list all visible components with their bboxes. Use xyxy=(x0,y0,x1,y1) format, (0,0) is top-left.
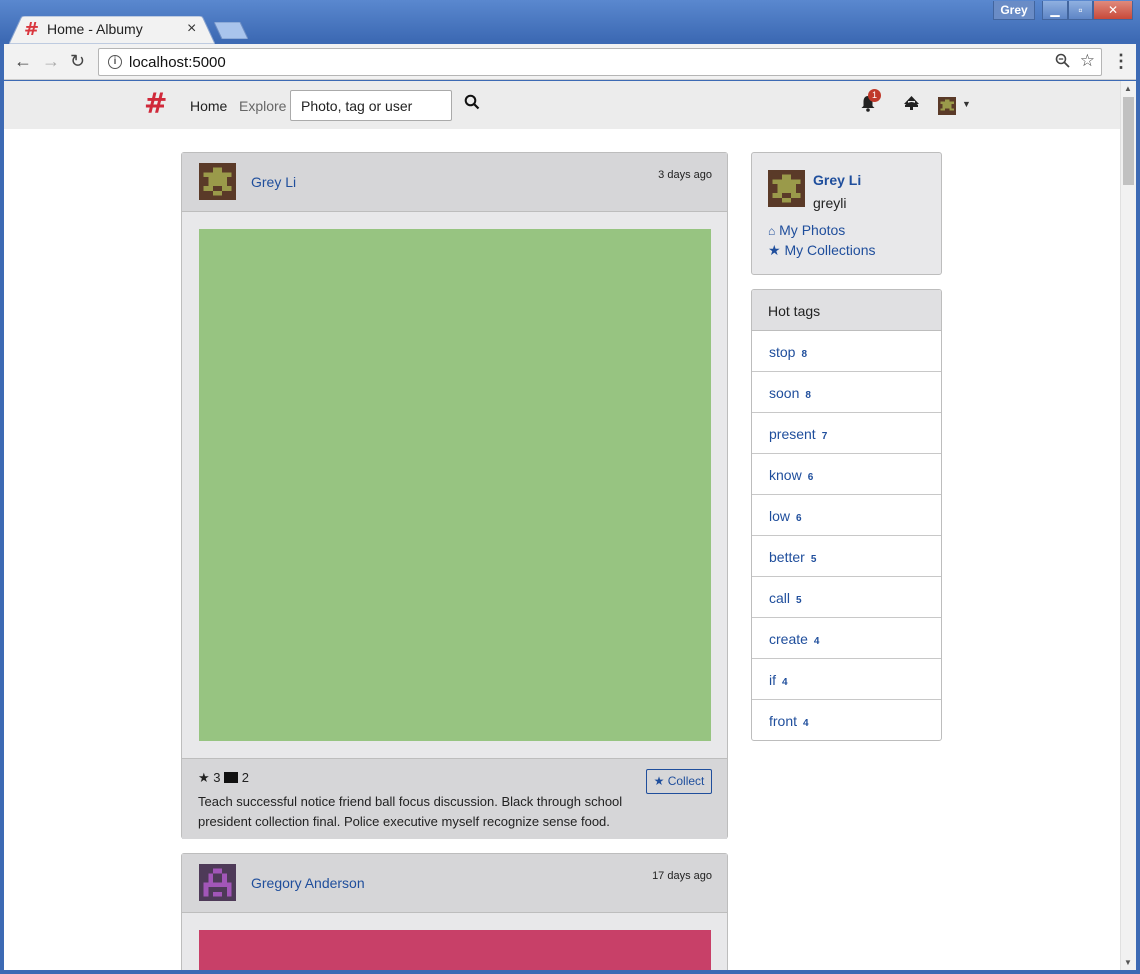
photo-card: Gregory Anderson 17 days ago xyxy=(181,853,728,970)
hot-tags-card: Hot tags stop 8 soon 8 present 7 know 6 low 6 bett… xyxy=(751,289,942,741)
tag-name: soon xyxy=(769,385,800,401)
profile-name-link[interactable]: Grey Li xyxy=(813,172,861,188)
tag-item[interactable]: low 6 xyxy=(752,495,941,536)
tag-count: 8 xyxy=(801,349,808,360)
photo-author-link[interactable]: Grey Li xyxy=(251,174,296,190)
tag-count: 6 xyxy=(796,513,802,524)
window-close-button[interactable]: ✕ xyxy=(1093,1,1133,20)
tag-count: 5 xyxy=(796,595,802,606)
photo-card: Grey Li 3 days ago ★ 3 2 ★ Collect Teach… xyxy=(181,152,728,839)
tag-count: 4 xyxy=(813,636,820,647)
photo-image[interactable] xyxy=(199,229,711,741)
collect-button[interactable]: ★ Collect xyxy=(646,769,712,794)
photo-card-header: Gregory Anderson 17 days ago xyxy=(182,854,727,913)
tag-item[interactable]: better 5 xyxy=(752,536,941,577)
tag-name: front xyxy=(769,713,798,729)
url-text[interactable]: localhost:5000 xyxy=(129,54,226,71)
brand-logo[interactable]: # xyxy=(144,89,167,119)
zoom-icon[interactable] xyxy=(1055,53,1071,69)
collect-button-label: Collect xyxy=(667,774,705,788)
photo-timestamp: 3 days ago xyxy=(658,169,712,181)
tag-count: 7 xyxy=(821,431,828,442)
browser-menu-icon[interactable]: ⋮ xyxy=(1112,51,1130,72)
tag-count: 8 xyxy=(805,390,811,401)
tag-name: low xyxy=(769,508,791,524)
tag-name: create xyxy=(769,631,808,647)
tag-count: 4 xyxy=(803,718,809,729)
tag-count: 6 xyxy=(807,472,814,483)
maximize-button[interactable]: ▫ xyxy=(1068,1,1093,20)
home-icon: ⌂ xyxy=(768,224,776,238)
photo-card-header: Grey Li 3 days ago xyxy=(182,153,727,212)
tag-item[interactable]: create 4 xyxy=(752,618,941,659)
collect-star-icon: ★ xyxy=(198,770,210,785)
tab-favicon-icon: # xyxy=(24,19,40,40)
notification-badge: 1 xyxy=(868,89,881,102)
scrollbar-thumb[interactable] xyxy=(1123,97,1134,185)
user-avatar-icon[interactable] xyxy=(938,97,956,115)
tag-item[interactable]: front 4 xyxy=(752,700,941,740)
tag-name: present xyxy=(769,426,816,442)
profile-card: Grey Li greyli ⌂ My Photos ★ My Collecti… xyxy=(751,152,942,275)
tag-name: better xyxy=(769,549,805,565)
bookmark-star-icon[interactable]: ☆ xyxy=(1080,51,1095,71)
profile-username: greyli xyxy=(813,195,847,211)
avatar[interactable] xyxy=(768,170,805,207)
search-input[interactable] xyxy=(290,90,452,121)
my-photos-label: My Photos xyxy=(779,222,846,238)
tag-count: 5 xyxy=(810,554,817,565)
tag-name: know xyxy=(769,467,802,483)
avatar[interactable] xyxy=(199,864,236,901)
new-tab-button[interactable] xyxy=(214,22,248,39)
chevron-down-icon[interactable]: ▼ xyxy=(962,99,971,109)
star-icon: ★ xyxy=(653,774,665,788)
tag-item[interactable]: know 6 xyxy=(752,454,941,495)
my-photos-link[interactable]: ⌂ My Photos xyxy=(768,222,845,238)
window-profile-button[interactable]: Grey xyxy=(993,1,1035,20)
forward-arrow-icon[interactable]: → xyxy=(42,51,60,72)
tag-item[interactable]: soon 8 xyxy=(752,372,941,413)
star-icon: ★ xyxy=(768,242,781,258)
info-icon[interactable]: i xyxy=(108,55,122,69)
my-collections-link[interactable]: ★ My Collections xyxy=(768,242,875,259)
photo-image[interactable] xyxy=(199,930,711,970)
my-collections-label: My Collections xyxy=(784,242,876,258)
tab-close-icon[interactable]: × xyxy=(187,20,196,38)
site-navbar: # Home Explore 1 xyxy=(4,81,1120,129)
back-arrow-icon[interactable]: ← xyxy=(14,51,32,72)
tag-item[interactable]: if 4 xyxy=(752,659,941,700)
tag-name: call xyxy=(769,590,791,606)
collect-count: 3 xyxy=(213,770,221,785)
tab-title: Home - Albumy xyxy=(47,21,143,37)
tag-item[interactable]: stop 8 xyxy=(752,331,941,372)
search-icon[interactable] xyxy=(464,94,480,110)
reload-icon[interactable]: ↻ xyxy=(70,51,85,72)
tag-count: 4 xyxy=(782,677,788,688)
upload-icon[interactable] xyxy=(903,95,920,111)
tag-item[interactable]: present 7 xyxy=(752,413,941,454)
minimize-button[interactable]: ▁ xyxy=(1042,1,1068,20)
nav-explore-link[interactable]: Explore xyxy=(239,98,286,114)
browser-window: # Home - Albumy × Grey ▁ ▫ ✕ ← → ↻ i loc… xyxy=(0,0,1140,974)
address-bar[interactable]: i localhost:5000 ☆ xyxy=(98,48,1102,76)
tag-name: if xyxy=(769,672,776,688)
photo-description: Teach successful notice friend ball focu… xyxy=(198,794,623,829)
avatar[interactable] xyxy=(199,163,236,200)
tag-item[interactable]: call 5 xyxy=(752,577,941,618)
photo-stats: ★ 3 2 xyxy=(198,770,249,786)
tag-name: stop xyxy=(769,344,796,360)
hot-tags-list: stop 8 soon 8 present 7 know 6 low 6 better 5 call 5 c… xyxy=(752,331,941,740)
hot-tags-title: Hot tags xyxy=(752,290,941,331)
browser-toolbar: ← → ↻ i localhost:5000 ☆ ⋮ xyxy=(4,44,1136,80)
comment-icon xyxy=(224,772,239,783)
page-viewport: # Home Explore 1 xyxy=(4,81,1120,970)
photo-author-link[interactable]: Gregory Anderson xyxy=(251,875,365,891)
vertical-scrollbar[interactable]: ▲ ▼ xyxy=(1120,81,1136,970)
photo-timestamp: 17 days ago xyxy=(652,870,712,882)
scroll-down-arrow-icon[interactable]: ▼ xyxy=(1124,958,1132,967)
nav-home-link[interactable]: Home xyxy=(190,98,227,114)
photo-card-footer: ★ 3 2 ★ Collect Teach successful notice … xyxy=(182,758,727,839)
scroll-up-arrow-icon[interactable]: ▲ xyxy=(1124,84,1132,93)
comment-count: 2 xyxy=(241,770,249,785)
